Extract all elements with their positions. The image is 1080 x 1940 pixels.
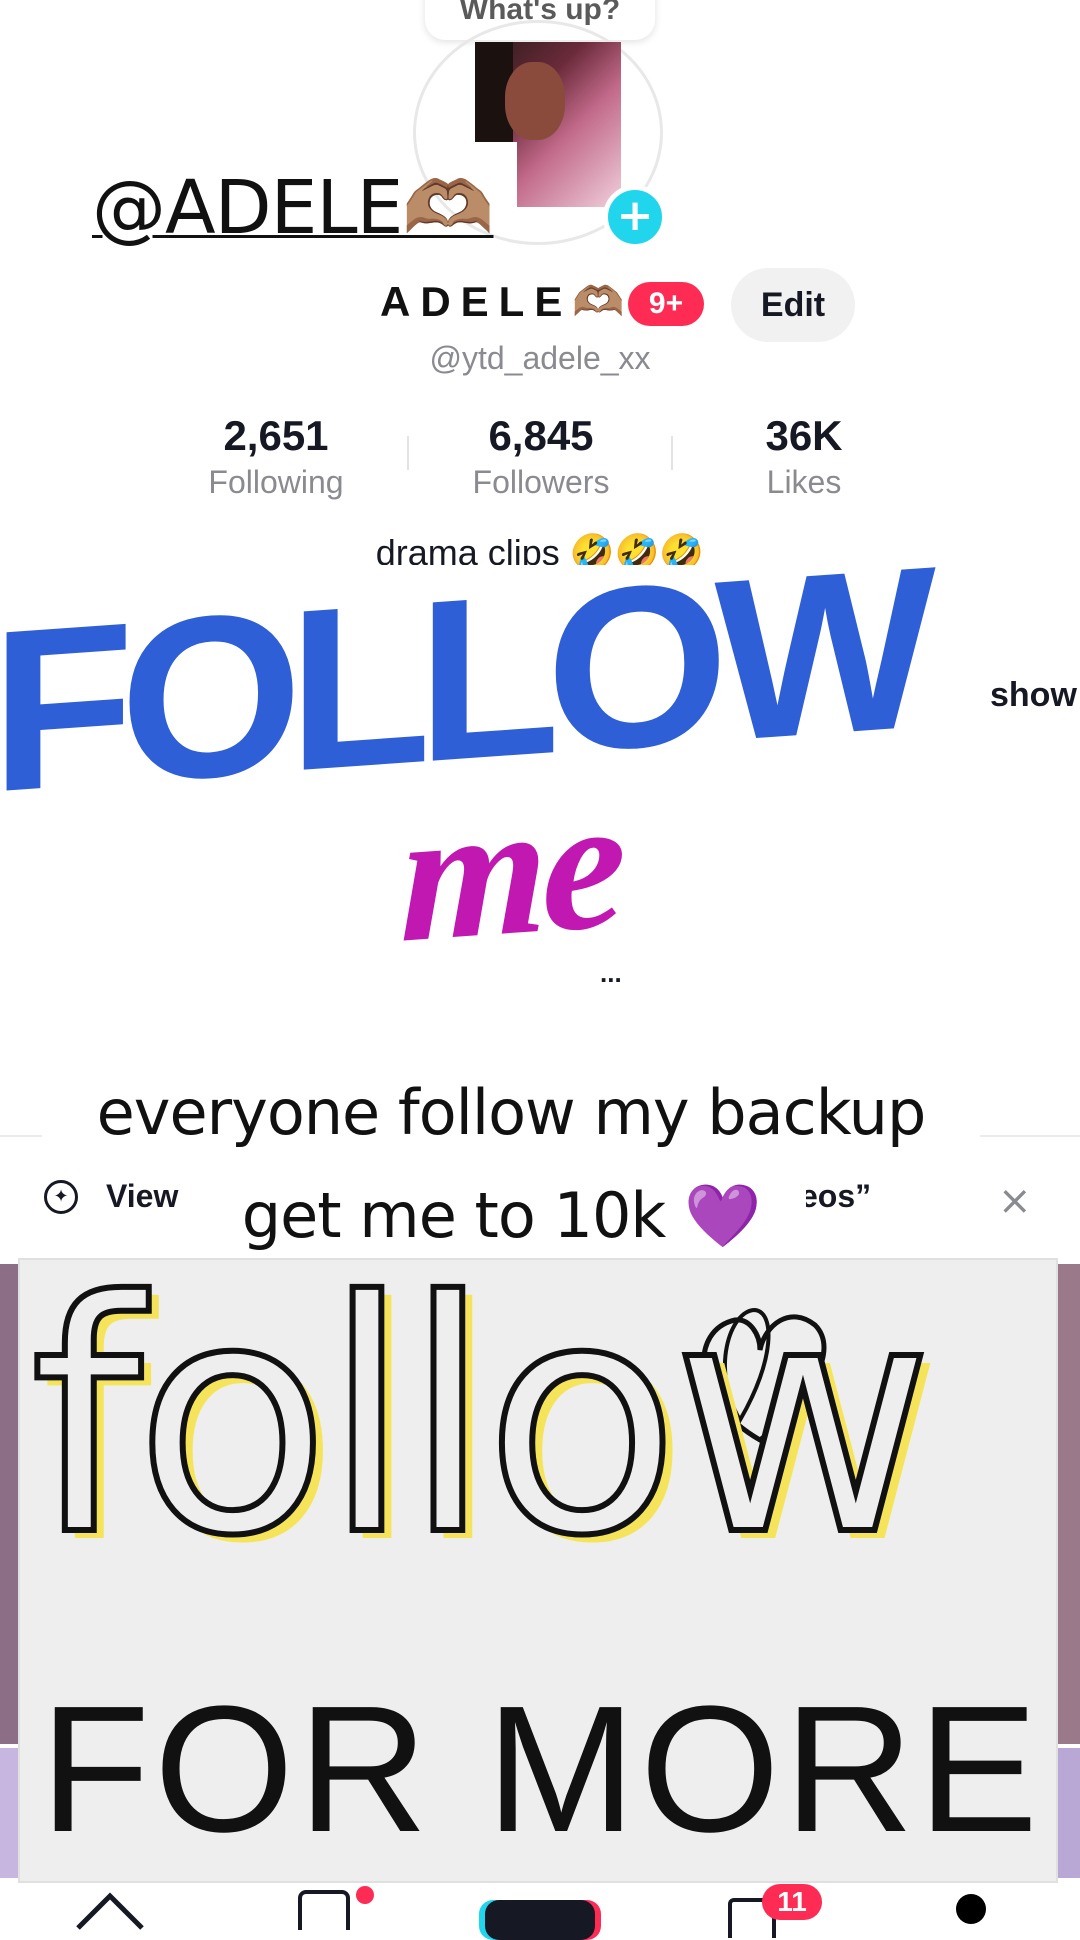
stat-likes-label: Likes xyxy=(766,464,842,500)
view-label[interactable]: View xyxy=(106,1178,178,1215)
create-icon[interactable] xyxy=(485,1900,595,1940)
home-icon[interactable] xyxy=(74,1890,146,1930)
stat-likes[interactable]: 36K Likes xyxy=(684,412,924,501)
caption-line-1: everyone follow my backup xyxy=(42,1076,980,1152)
video-grid-edge xyxy=(0,1748,18,1878)
stat-followers-value: 6,845 xyxy=(488,412,594,459)
follow-me-sticker: FOLLOW me xyxy=(0,565,1000,985)
video-grid-edge xyxy=(1058,1264,1080,1744)
stat-following-value: 2,651 xyxy=(223,412,329,459)
me-word: me xyxy=(400,757,621,983)
shop-notification-dot xyxy=(356,1886,374,1904)
stat-following[interactable]: 2,651 Following xyxy=(156,412,396,501)
show-more-link[interactable]: show xyxy=(990,676,1077,715)
avatar[interactable] xyxy=(475,42,621,207)
stat-likes-value: 36K xyxy=(765,412,843,459)
stat-divider xyxy=(671,436,673,470)
stat-divider xyxy=(407,436,409,470)
add-icon[interactable]: + xyxy=(603,185,667,249)
videos-label-fragment: eos” xyxy=(800,1178,872,1214)
close-icon[interactable]: × xyxy=(998,1178,1032,1224)
follow-for-more-sticker: follow FOR MORE xyxy=(18,1258,1058,1883)
inbox-badge: 11 xyxy=(762,1884,822,1920)
video-grid-edge xyxy=(1058,1748,1080,1878)
shop-icon[interactable] xyxy=(298,1890,350,1930)
handle-sticker: @ADELE🫶🏽 xyxy=(92,165,494,252)
handle-sticker-text: @ADELE🫶🏽 xyxy=(92,165,494,251)
notification-badge[interactable]: 9+ xyxy=(628,282,704,326)
video-grid-edge xyxy=(0,1264,18,1744)
display-name: ADELE🫶🏽 xyxy=(380,278,635,325)
bio-ellipsis: ... xyxy=(600,958,622,988)
stat-following-label: Following xyxy=(208,464,344,500)
follow-lower-word: follow xyxy=(27,1258,937,1606)
sparkle-icon: ✦ xyxy=(44,1180,78,1214)
edit-profile-button[interactable]: Edit xyxy=(731,268,855,342)
stat-followers-label: Followers xyxy=(472,464,610,500)
stat-followers[interactable]: 6,845 Followers xyxy=(421,412,661,501)
avatar-face xyxy=(505,62,565,140)
username: @ytd_adele_xx xyxy=(429,340,651,376)
for-more-words: FOR MORE xyxy=(40,1669,1042,1870)
